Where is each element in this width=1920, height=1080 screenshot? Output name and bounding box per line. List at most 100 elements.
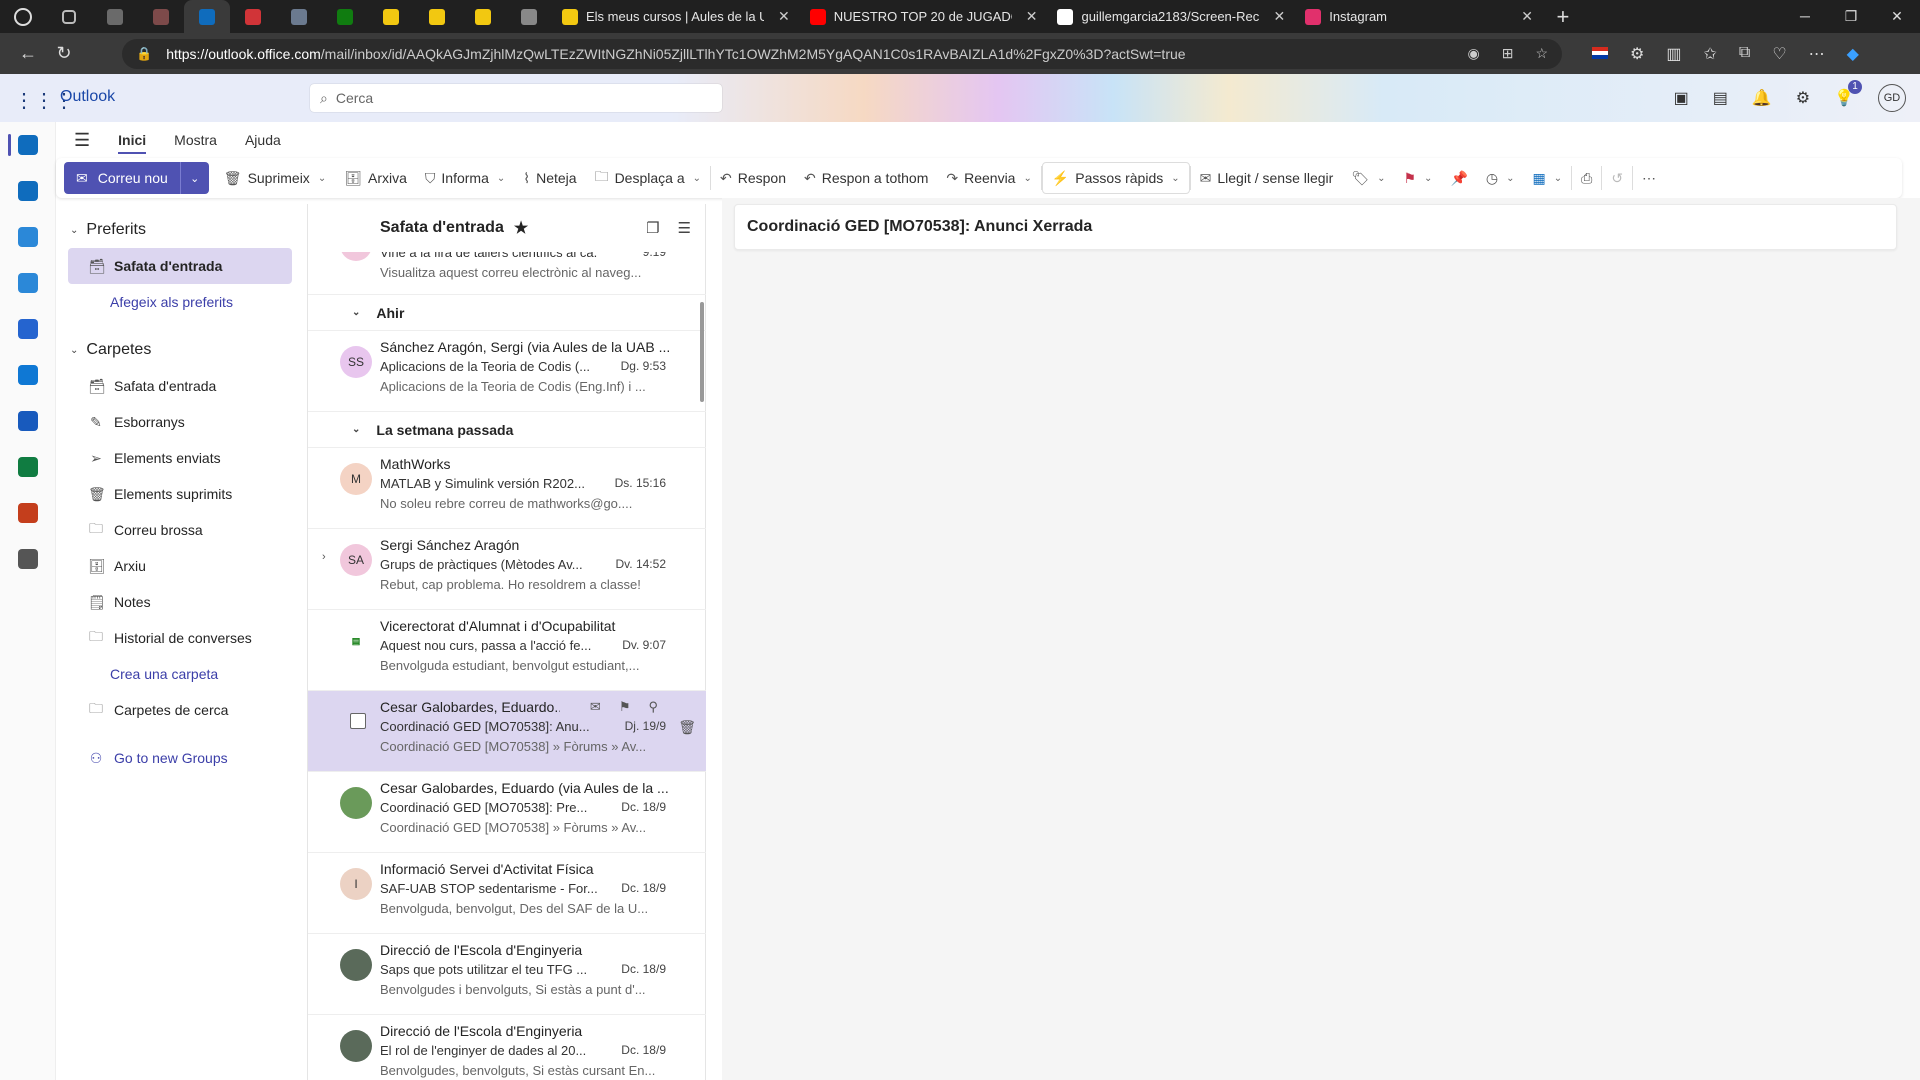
select-checkbox[interactable]	[350, 713, 366, 729]
tips-icon[interactable]: 💡 1	[1834, 80, 1862, 108]
notifications-icon[interactable]: 🔔	[1752, 88, 1772, 108]
folders-header[interactable]: ⌄ Carpetes	[56, 332, 306, 368]
rail-powerpoint[interactable]	[0, 490, 56, 536]
browser-essentials-icon[interactable]: ♡	[1772, 44, 1786, 64]
categorize-button[interactable]: 🏷 ⌄	[1342, 162, 1394, 194]
rail-apps[interactable]	[0, 536, 56, 582]
rail-word[interactable]	[0, 398, 56, 444]
flag-icon[interactable]	[1592, 46, 1608, 59]
forward-button[interactable]: ↷ Reenvia ⌄	[937, 162, 1041, 194]
delete-button[interactable]: 🗑 Suprimeix ⌄	[215, 162, 335, 194]
pinned-tab[interactable]	[368, 0, 414, 33]
reply-all-button[interactable]: ↶ Respon a tothom	[795, 162, 937, 194]
flag-button[interactable]: ⚑ ⌄	[1394, 162, 1441, 194]
pinned-tab[interactable]	[460, 0, 506, 33]
undo-button[interactable]: ↺	[1602, 162, 1632, 194]
tracking-icon[interactable]: ◉	[1467, 45, 1479, 62]
search-folders-item[interactable]: 🗀 Carpetes de cerca	[68, 692, 292, 728]
rail-excel[interactable]	[0, 444, 56, 490]
favorites-header[interactable]: ⌄ Preferits	[56, 212, 306, 248]
list-item[interactable]: SS Sánchez Aragón, Sergi (via Aules de la…	[308, 331, 706, 412]
archive-button[interactable]: 🗄 Arxiva	[335, 162, 416, 194]
print-button[interactable]: ⎙	[1572, 162, 1601, 194]
date-group-header[interactable]: ⌄ Ahir	[308, 295, 706, 331]
favorite-star-icon[interactable]: ☆	[1535, 45, 1548, 62]
favorite-inbox[interactable]: 🗃 Safata d'entrada	[68, 248, 292, 284]
favorites-icon[interactable]: ✩	[1703, 44, 1716, 64]
more-icon[interactable]: ⋯	[1809, 44, 1825, 64]
folder-item[interactable]: 🗀 Correu brossa	[68, 512, 292, 548]
settings-icon[interactable]: ⚙	[1796, 88, 1810, 108]
pin-icon[interactable]: ⚲	[648, 699, 658, 715]
workspaces-icon[interactable]	[46, 0, 92, 33]
delete-icon[interactable]: 🗑	[678, 719, 696, 736]
close-tab-icon[interactable]: ✕	[1026, 8, 1038, 25]
search-input[interactable]: ⌕ Cerca	[310, 84, 722, 112]
new-tab-button[interactable]: +	[1543, 4, 1583, 30]
pinned-tab[interactable]	[276, 0, 322, 33]
folder-item[interactable]: ✎ Esborranys	[68, 404, 292, 440]
quick-steps-button[interactable]: ⚡ Passos ràpids ⌄	[1041, 162, 1190, 194]
split-screen-icon[interactable]: ▥	[1666, 44, 1681, 64]
rail-onedrive[interactable]	[0, 352, 56, 398]
browser-tab[interactable]: Els meus cursos | Aules de la UAB ✕	[552, 0, 800, 33]
rules-button[interactable]: ▦ ⌄	[1523, 162, 1571, 194]
reply-button[interactable]: ↶ Respon	[711, 162, 795, 194]
copilot-icon[interactable]: ◆	[1847, 44, 1859, 64]
chevron-down-icon[interactable]: ⌄	[1171, 173, 1179, 184]
pinned-tab[interactable]	[92, 0, 138, 33]
rail-people[interactable]	[0, 214, 56, 260]
browser-tab[interactable]: guillemgarcia2183/Screen-Record ✕	[1047, 0, 1295, 33]
chevron-down-icon[interactable]: ⌄	[693, 173, 701, 184]
list-item[interactable]: I Informació Servei d'Activitat Física SAF…	[308, 853, 706, 934]
sweep-button[interactable]: ⌇ Neteja	[514, 162, 585, 194]
back-button[interactable]: ←	[10, 43, 46, 64]
pinned-tab[interactable]	[230, 0, 276, 33]
rail-todo[interactable]	[0, 306, 56, 352]
new-mail-dropdown[interactable]: ⌄	[181, 162, 209, 194]
list-item[interactable]: Vine a la fira de tallers científics al …	[308, 252, 706, 295]
list-item[interactable]: Cesar Galobardes, Eduardo... Coordinació …	[308, 691, 706, 772]
rail-mail[interactable]	[0, 122, 56, 168]
avatar[interactable]: GD	[1878, 84, 1906, 112]
chevron-down-icon[interactable]: ⌄	[1377, 173, 1385, 184]
list-item[interactable]: Cesar Galobardes, Eduardo (via Aules de …	[308, 772, 706, 853]
tab-home[interactable]: Inici	[118, 126, 147, 154]
expand-thread-icon[interactable]: ›	[322, 551, 326, 563]
refresh-button[interactable]: ↻	[46, 43, 82, 64]
folder-item[interactable]: 🗃 Safata d'entrada	[68, 368, 292, 404]
pinned-tab[interactable]	[138, 0, 184, 33]
chevron-down-icon[interactable]: ⌄	[497, 173, 505, 184]
list-item[interactable]: Direcció de l'Escola d'Enginyeria Saps qu…	[308, 934, 706, 1015]
browser-tab[interactable]: NUESTRO TOP 20 de JUGADORES ✕	[800, 0, 1048, 33]
profile-icon[interactable]	[0, 0, 46, 33]
pinned-tab[interactable]	[322, 0, 368, 33]
browser-tab[interactable]: Instagram ✕	[1295, 0, 1543, 33]
chevron-down-icon[interactable]: ⌄	[318, 173, 326, 184]
tab-help[interactable]: Ajuda	[245, 126, 281, 154]
new-mail-button[interactable]: ✉ Correu nou	[64, 162, 181, 194]
folder-item[interactable]: 🗀 Historial de converses	[68, 620, 292, 656]
folder-item[interactable]: ➢ Elements enviats	[68, 440, 292, 476]
teams-icon[interactable]: ▣	[1674, 88, 1689, 108]
chevron-down-icon[interactable]: ⌄	[1424, 173, 1432, 184]
close-tab-icon[interactable]: ✕	[778, 8, 790, 25]
select-icon[interactable]: ❐	[646, 219, 659, 237]
snooze-button[interactable]: ◷ ⌄	[1477, 162, 1524, 194]
date-group-header[interactable]: ⌄ La setmana passada	[308, 412, 706, 448]
list-item[interactable]: › SA Sergi Sánchez Aragón Grups de pràctiqu…	[308, 529, 706, 610]
chevron-down-icon[interactable]: ⌄	[1554, 173, 1562, 184]
list-item[interactable]: Direcció de l'Escola d'Enginyeria El rol …	[308, 1015, 706, 1080]
minimize-button[interactable]: ─	[1782, 8, 1828, 25]
flag-icon[interactable]: ⚑	[619, 699, 631, 715]
move-button[interactable]: 🗀 Desplaça a ⌄	[586, 162, 710, 194]
more-options-button[interactable]: ⋯	[1633, 162, 1665, 194]
list-item[interactable]: M MathWorks MATLAB y Simulink versión R202…	[308, 448, 706, 529]
add-favorite-link[interactable]: Afegeix als preferits	[68, 284, 292, 320]
collections-icon[interactable]: ⧉	[1739, 44, 1750, 64]
app-available-icon[interactable]: ⊞	[1502, 45, 1514, 62]
outlook-brand[interactable]: Outlook	[60, 88, 115, 106]
report-button[interactable]: ⛉ Informa ⌄	[416, 162, 514, 194]
close-window-button[interactable]: ✕	[1874, 8, 1920, 25]
mark-read-icon[interactable]: ✉	[590, 699, 601, 715]
